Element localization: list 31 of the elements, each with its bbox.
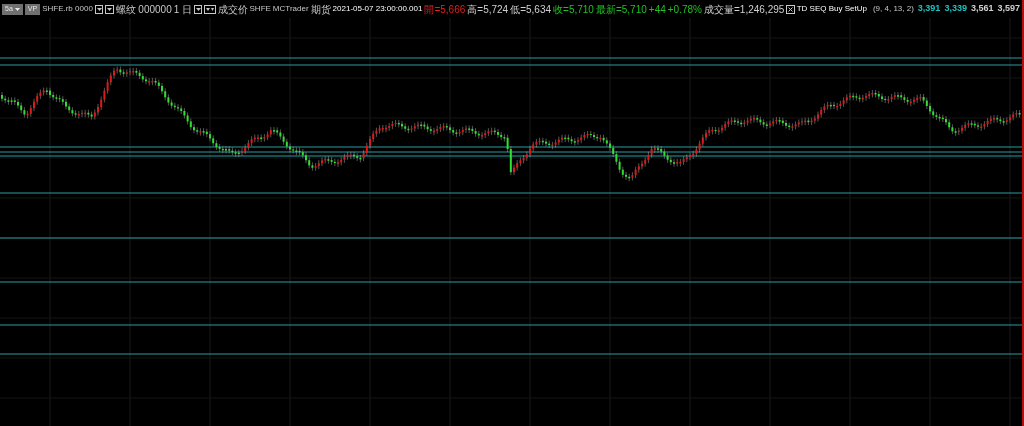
close-icon [788, 6, 793, 12]
indicator-value: 3,339 [944, 2, 967, 16]
caret-icon [195, 6, 201, 12]
quote-value: 收=5,710 [553, 2, 594, 17]
quote-value: 最新=5,710 [595, 2, 647, 17]
symbol-label: SHFE.rb 0000 [42, 3, 93, 15]
double-caret-icon [205, 6, 214, 12]
price-type-label: 成交价 [217, 2, 248, 17]
quote-value: 成交量=1,246,295 [704, 2, 785, 17]
quote-value: 開=5,666 [424, 2, 466, 17]
interval-label: 1 日 [173, 2, 193, 17]
indicator-value: 3,561 [970, 2, 994, 16]
indicator-name: TD SEQ Buy SetUp [796, 3, 867, 15]
dropdown-button[interactable] [105, 4, 114, 14]
timestamp-label: 2021-05-07 23:00:00.001 [332, 3, 423, 15]
exchange-label: SHFE [249, 3, 271, 15]
quote-value: 高=5,724 [467, 2, 509, 17]
refresh-button[interactable] [204, 4, 216, 14]
quote-value: 低=5,634 [510, 2, 552, 17]
contract-label: 螺纹 000000 [115, 2, 172, 17]
close-button[interactable] [786, 4, 795, 14]
quote-value: +44 [648, 2, 666, 17]
caret-icon [14, 6, 20, 12]
market-label: 期货 [310, 2, 331, 17]
indicator-value: 3,391 [917, 2, 941, 16]
source-label: MCTrader [272, 3, 309, 15]
indicator-value: 3,597 [997, 2, 1020, 16]
dropdown-button[interactable] [94, 4, 104, 14]
dropdown-button[interactable] [194, 4, 203, 14]
quote-value: +0.78% [667, 2, 702, 17]
indicator-params: (9, 4, 13, 2) [872, 3, 914, 15]
